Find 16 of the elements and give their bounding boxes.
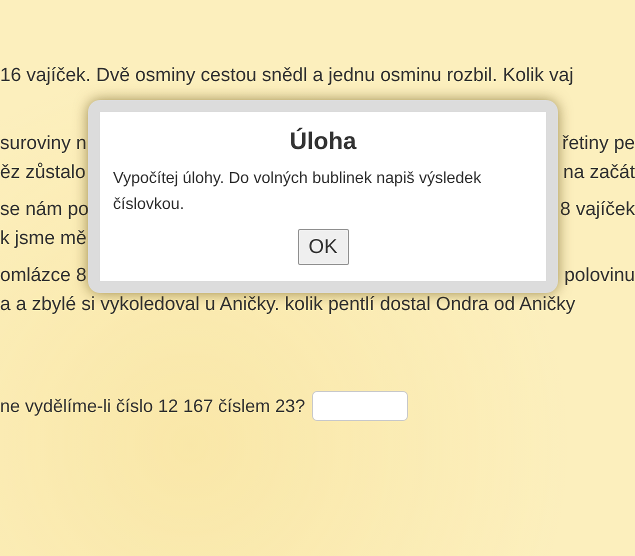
answer-field[interactable] (312, 391, 408, 421)
task-text: řetiny pe (562, 132, 635, 154)
dialog-message: Vypočítej úlohy. Do volných bublinek napiš výsledek číslovkou. (113, 169, 482, 215)
task-text: 8 vajíček (560, 198, 635, 220)
task-text: omlázce 8 (0, 264, 87, 286)
dialog-title: Úloha (288, 128, 358, 156)
task-text: se nám po (0, 198, 89, 220)
task-text: k jsme mě (0, 228, 87, 250)
task-text: suroviny n (0, 132, 87, 154)
ok-button[interactable]: OK (298, 229, 348, 265)
task-text: polovinu (564, 264, 635, 286)
task-text: na začát (563, 162, 635, 184)
task-text: a a zbylé si vykoledoval u Aničky. kolik pentlí dostal Ondra od Aničky (0, 294, 576, 316)
task-text: ěz zůstalo (0, 162, 86, 184)
task-text: 16 vajíček. Dvě osminy cestou snědl a jednu osminu rozbil. Kolik vaj (0, 64, 574, 86)
task-text: ne vydělíme-li číslo 12 167 číslem 23? (0, 396, 306, 416)
